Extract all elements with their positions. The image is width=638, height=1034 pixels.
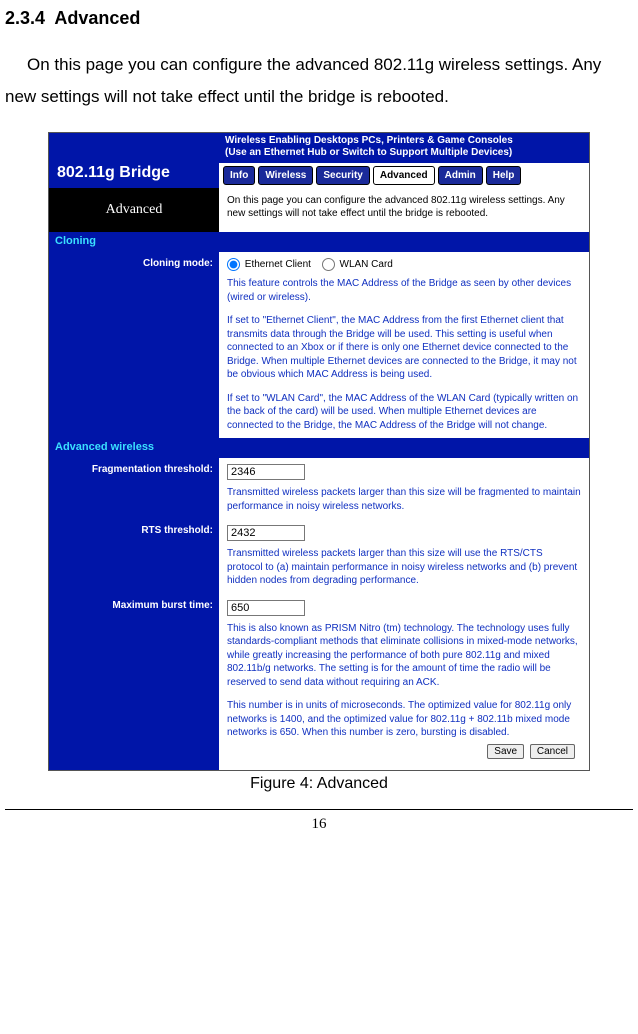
tab-advanced[interactable]: Advanced — [373, 166, 435, 185]
frag-threshold-input[interactable] — [227, 464, 305, 480]
cloning-desc3: If set to "WLAN Card", the MAC Address o… — [227, 392, 581, 433]
frag-threshold-desc: Transmitted wireless packets larger than… — [227, 486, 581, 513]
figure-caption: Figure 4: Advanced — [5, 775, 633, 793]
logo-text: 802.11g Bridge — [57, 164, 170, 182]
cloning-desc2: If set to "Ethernet Client", the MAC Add… — [227, 314, 581, 382]
tab-security[interactable]: Security — [316, 166, 369, 185]
burst-time-label: Maximum burst time: — [49, 594, 219, 770]
frag-threshold-label: Fragmentation threshold: — [49, 458, 219, 519]
section-cloning-header: Cloning — [49, 232, 219, 252]
burst-time-desc1: This is also known as PRISM Nitro (tm) t… — [227, 622, 581, 690]
burst-time-desc2: This number is in units of microseconds.… — [227, 699, 581, 740]
cloning-desc1: This feature controls the MAC Address of… — [227, 277, 581, 304]
section-title: Advanced — [54, 8, 140, 28]
tab-info[interactable]: Info — [223, 166, 255, 185]
intro-paragraph: On this page you can configure the advan… — [5, 49, 633, 114]
tab-wireless[interactable]: Wireless — [258, 166, 313, 185]
logo-cell: 802.11g Bridge — [49, 133, 219, 188]
cloning-wlan-text: WLAN Card — [340, 259, 393, 270]
cloning-radio-ethernet[interactable] — [227, 258, 240, 271]
cloning-ethernet-text: Ethernet Client — [245, 259, 311, 270]
page-title: Advanced — [49, 188, 219, 232]
rts-threshold-label: RTS threshold: — [49, 519, 219, 594]
screenshot-advanced: 802.11g Bridge Wireless Enabling Desktop… — [48, 132, 590, 771]
burst-time-input[interactable] — [227, 600, 305, 616]
section-advanced-wireless-header: Advanced wireless — [49, 438, 219, 458]
cancel-button[interactable]: Cancel — [530, 744, 575, 759]
save-button[interactable]: Save — [487, 744, 524, 759]
banner-line2: (Use an Ethernet Hub or Switch to Suppor… — [225, 147, 512, 158]
page-intro: On this page you can configure the advan… — [219, 188, 589, 232]
cloning-mode-ethernet[interactable]: Ethernet Client — [227, 259, 314, 270]
footer-rule — [5, 809, 633, 810]
page-number: 16 — [0, 816, 638, 841]
cloning-radio-wlan[interactable] — [322, 258, 335, 271]
tab-help[interactable]: Help — [486, 166, 522, 185]
section-heading: 2.3.4 Advanced — [5, 8, 633, 29]
section-number: 2.3.4 — [5, 8, 45, 28]
banner-line1: Wireless Enabling Desktops PCs, Printers… — [225, 135, 513, 146]
tab-bar: Info Wireless Security Advanced Admin He… — [219, 163, 589, 188]
cloning-mode-wlan[interactable]: WLAN Card — [322, 259, 393, 270]
tab-admin[interactable]: Admin — [438, 166, 483, 185]
banner: Wireless Enabling Desktops PCs, Printers… — [219, 133, 589, 163]
rts-threshold-desc: Transmitted wireless packets larger than… — [227, 547, 581, 588]
rts-threshold-input[interactable] — [227, 525, 305, 541]
cloning-mode-label: Cloning mode: — [49, 252, 219, 439]
